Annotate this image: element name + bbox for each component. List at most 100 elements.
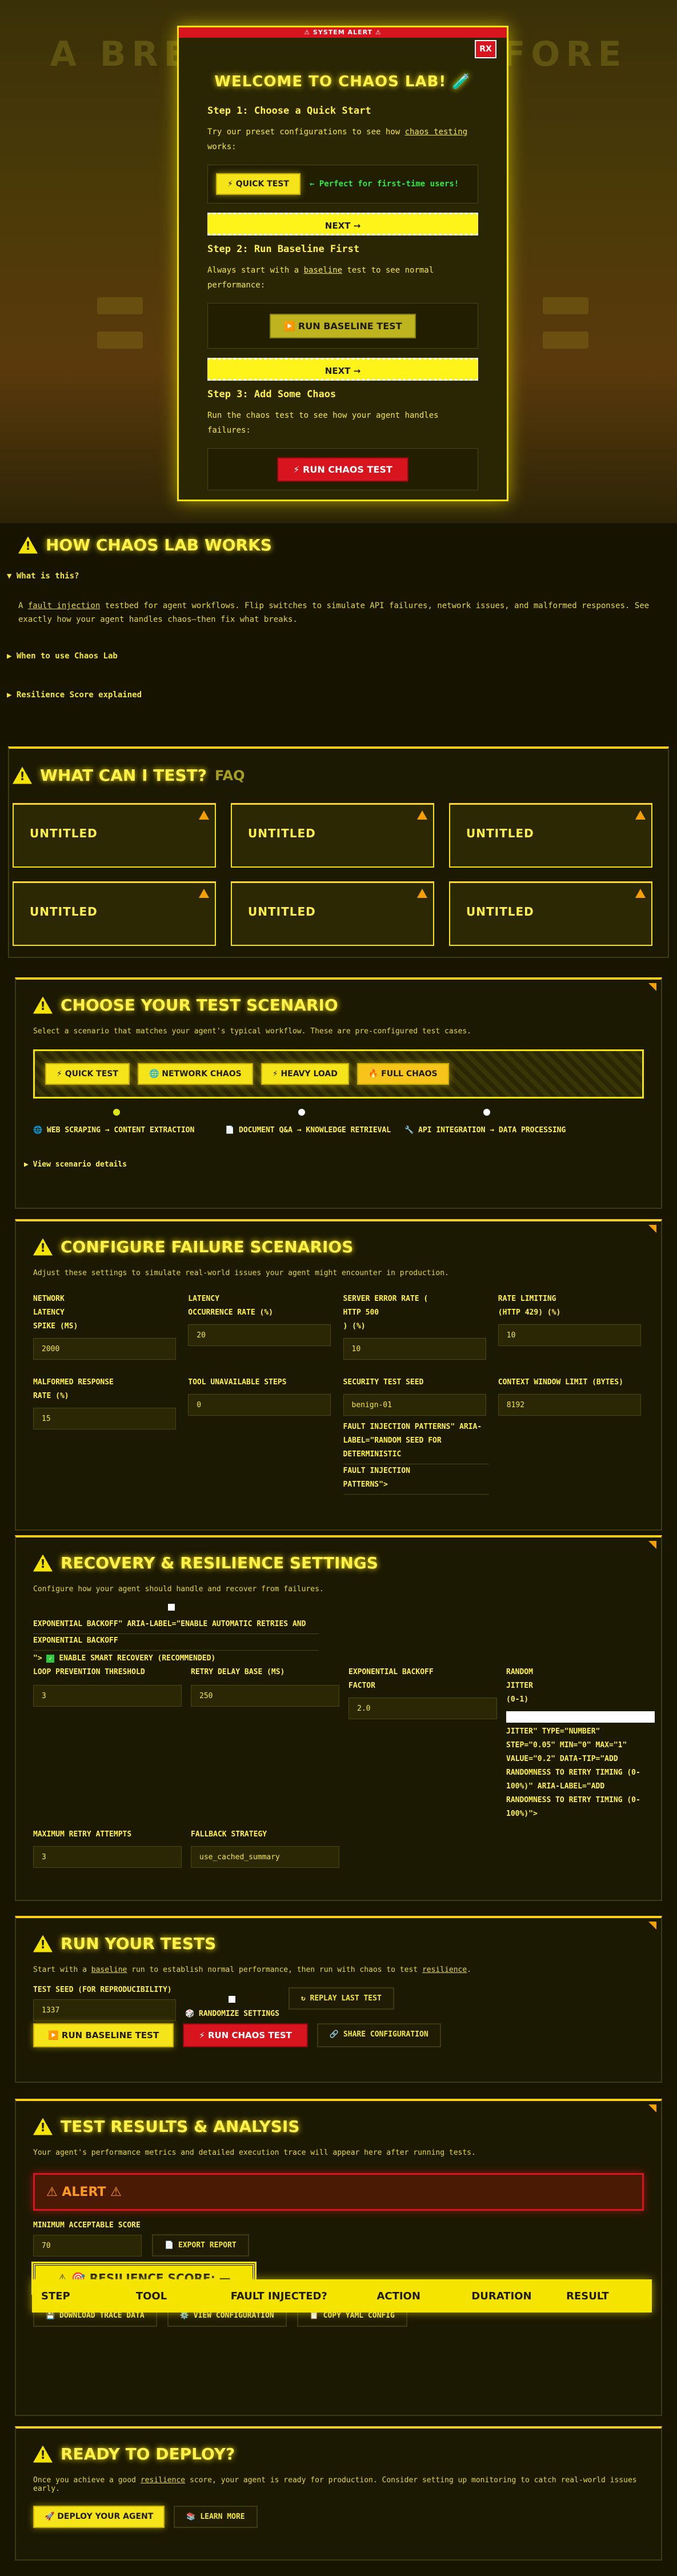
resilience-link[interactable]: resilience <box>422 1966 467 1974</box>
faq-card[interactable]: UNTITLED <box>231 803 434 868</box>
field-label: SPIKE (MS) <box>33 1322 78 1331</box>
loop-threshold-input[interactable]: 3 <box>33 1685 182 1707</box>
randomize-checkbox[interactable] <box>229 1996 236 2003</box>
warning-icon: ! <box>33 1935 53 1952</box>
warning-icon <box>417 889 427 898</box>
scenario-option[interactable]: 📄 DOCUMENT Q&A → KNOWLEDGE RETRIEVAL <box>225 1126 391 1135</box>
alert-banner: ⚠ ALERT ⚠ <box>33 2173 644 2211</box>
field-label: SERVER ERROR RATE ( <box>343 1295 428 1303</box>
tool-unavailable-input[interactable]: 0 <box>188 1394 331 1416</box>
test-seed-input[interactable]: 1337 <box>33 1999 176 2021</box>
backoff-factor-input[interactable]: 2.0 <box>348 1698 497 1719</box>
faq-card[interactable]: UNTITLED <box>13 881 216 946</box>
view-details-toggle[interactable]: ▶ View scenario details <box>24 1160 644 1169</box>
column-header: ACTION <box>376 2290 420 2302</box>
replay-button[interactable]: ↻ REPLAY LAST TEST <box>288 1987 394 2010</box>
section-title: ! RECOVERY & RESILIENCE SETTINGS <box>33 1553 644 1572</box>
section-desc: Configure how your agent should handle a… <box>33 1585 324 1593</box>
jitter-input[interactable] <box>506 1711 655 1723</box>
perfect-hint: ← Perfect for first-time users! <box>309 179 459 189</box>
step3-title: Step 3: Add Some Chaos <box>207 389 337 400</box>
step1-title: Step 1: Choose a Quick Start <box>207 105 371 117</box>
works-description: A fault injection testbed for agent work… <box>18 601 650 624</box>
system-alert-bar: ⚠ SYSTEM ALERT ⚠ <box>179 27 507 38</box>
section-desc: Adjust these settings to simulate real-w… <box>33 1269 449 1277</box>
next-button[interactable]: NEXT → <box>207 213 478 235</box>
quick-test-button[interactable]: ⚡ QUICK TEST <box>216 173 301 195</box>
scenario-option[interactable]: 🔧 API INTEGRATION → DATA PROCESSING <box>404 1126 566 1135</box>
warning-icon: ! <box>33 1238 53 1256</box>
baseline-link[interactable]: baseline <box>91 1966 127 1974</box>
section-title: ! READY TO DEPLOY? <box>33 2445 644 2463</box>
export-report-button[interactable]: 📄 EXPORT REPORT <box>152 2234 249 2257</box>
retry-delay-input[interactable]: 250 <box>191 1685 339 1707</box>
min-score-input[interactable]: 70 <box>33 2235 142 2257</box>
failure-section: ! CONFIGURE FAILURE SCENARIOS Adjust thes… <box>15 1219 662 1531</box>
max-retry-input[interactable]: 3 <box>33 1846 182 1868</box>
deploy-button[interactable]: 🚀 DEPLOY YOUR AGENT <box>33 2506 165 2528</box>
section-desc: Start with a baseline run to establish n… <box>33 1966 472 1974</box>
resilience-link[interactable]: resilience <box>141 2476 185 2485</box>
step2-desc: Always start with a baseline test to see… <box>207 266 434 290</box>
when-to-use-toggle[interactable]: ▶ When to use Chaos Lab <box>7 652 118 661</box>
randomize-label[interactable]: 🎲 RANDOMIZE SETTINGS <box>185 2007 279 2021</box>
checkbox-checked-icon[interactable]: ✓ <box>46 1655 55 1663</box>
warning-icon <box>635 810 646 820</box>
run-chaos-button[interactable]: ⚡ RUN CHAOS TEST <box>277 457 408 482</box>
deploy-section: ! READY TO DEPLOY? Once you achieve a goo… <box>15 2426 662 2561</box>
run-baseline-button[interactable]: ▶️ RUN BASELINE TEST <box>33 2023 174 2047</box>
warning-icon: ! <box>13 766 32 784</box>
run-chaos-button[interactable]: ⚡ RUN CHAOS TEST <box>183 2023 308 2047</box>
radio-dot[interactable] <box>483 1109 490 1116</box>
security-seed-input[interactable]: benign-01 <box>343 1394 486 1416</box>
server-error-input[interactable]: 10 <box>343 1338 486 1360</box>
full-chaos-button[interactable]: 🔥 FULL CHAOS <box>356 1063 449 1085</box>
field-label: LATENCY <box>188 1295 220 1303</box>
column-header: DURATION <box>471 2290 532 2302</box>
scenario-buttons: ⚡ QUICK TEST 🌐 NETWORK CHAOS ⚡ HEAVY LOA… <box>33 1049 644 1099</box>
latency-rate-input[interactable]: 20 <box>188 1324 331 1346</box>
malformed-rate-input[interactable]: 15 <box>33 1408 176 1429</box>
column-header: RESULT <box>566 2290 609 2302</box>
chaos-testing-link[interactable]: chaos testing <box>405 127 468 137</box>
warning-icon: ! <box>33 2445 53 2463</box>
faq-tag: FAQ <box>214 767 245 784</box>
what-is-this-toggle[interactable]: ▼ What is this? <box>7 572 79 581</box>
field-label: TOOL UNAVAILABLE STEPS <box>188 1378 287 1387</box>
warning-icon: ! <box>33 2118 53 2135</box>
network-chaos-button[interactable]: 🌐 NETWORK CHAOS <box>137 1063 253 1085</box>
field-label: NETWORK <box>33 1295 65 1303</box>
recovery-grid: LOOP PREVENTION THRESHOLD 3 RETRY DELAY B… <box>33 1666 655 1821</box>
learn-more-button[interactable]: 📚 LEARN MORE <box>174 2506 258 2528</box>
faq-card[interactable]: UNTITLED <box>13 803 216 868</box>
heavy-load-button[interactable]: ⚡ HEAVY LOAD <box>261 1063 349 1085</box>
quick-test-button[interactable]: ⚡ QUICK TEST <box>45 1063 130 1085</box>
faq-card[interactable]: UNTITLED <box>231 881 434 946</box>
results-table-header: STEP TOOL FAULT INJECTED? ACTION DURATIO… <box>32 2279 652 2313</box>
checkbox[interactable] <box>168 1604 175 1611</box>
welcome-modal: ⚠ SYSTEM ALERT ⚠ RX WELCOME TO CHAOS LAB… <box>177 26 508 501</box>
step2-box: ▶️ RUN BASELINE TEST <box>207 303 478 349</box>
section-title: ! WHAT CAN I TEST? FAQ <box>13 766 245 785</box>
faq-card[interactable]: UNTITLED <box>449 803 652 868</box>
scenario-section: ! CHOOSE YOUR TEST SCENARIO Select a scen… <box>15 977 662 1209</box>
run-baseline-button[interactable]: ▶️ RUN BASELINE TEST <box>270 313 416 338</box>
faq-card[interactable]: UNTITLED <box>449 881 652 946</box>
hero-stat <box>97 297 143 314</box>
radio-dot[interactable] <box>298 1109 305 1116</box>
latency-spike-input[interactable]: 2000 <box>33 1338 176 1360</box>
fault-injection-link[interactable]: fault injection <box>28 601 100 610</box>
context-limit-input[interactable]: 8192 <box>498 1394 641 1416</box>
next-button[interactable]: NEXT → <box>207 358 478 381</box>
close-button[interactable]: RX <box>475 40 496 58</box>
resilience-score-toggle[interactable]: ▶ Resilience Score explained <box>7 690 142 700</box>
field-label: LATENCY <box>33 1308 65 1317</box>
share-config-button[interactable]: 🔗 SHARE CONFIGURATION <box>317 2023 441 2047</box>
radio-dot[interactable] <box>113 1109 120 1116</box>
field-label: ) (%) <box>343 1322 366 1331</box>
step2-title: Step 2: Run Baseline First <box>207 243 360 255</box>
rate-limit-input[interactable]: 10 <box>498 1324 641 1346</box>
scenario-option[interactable]: 🌐 WEB SCRAPING → CONTENT EXTRACTION <box>33 1126 194 1135</box>
fallback-strategy-select[interactable]: use_cached_summary <box>191 1846 339 1868</box>
baseline-link[interactable]: baseline <box>304 266 342 275</box>
